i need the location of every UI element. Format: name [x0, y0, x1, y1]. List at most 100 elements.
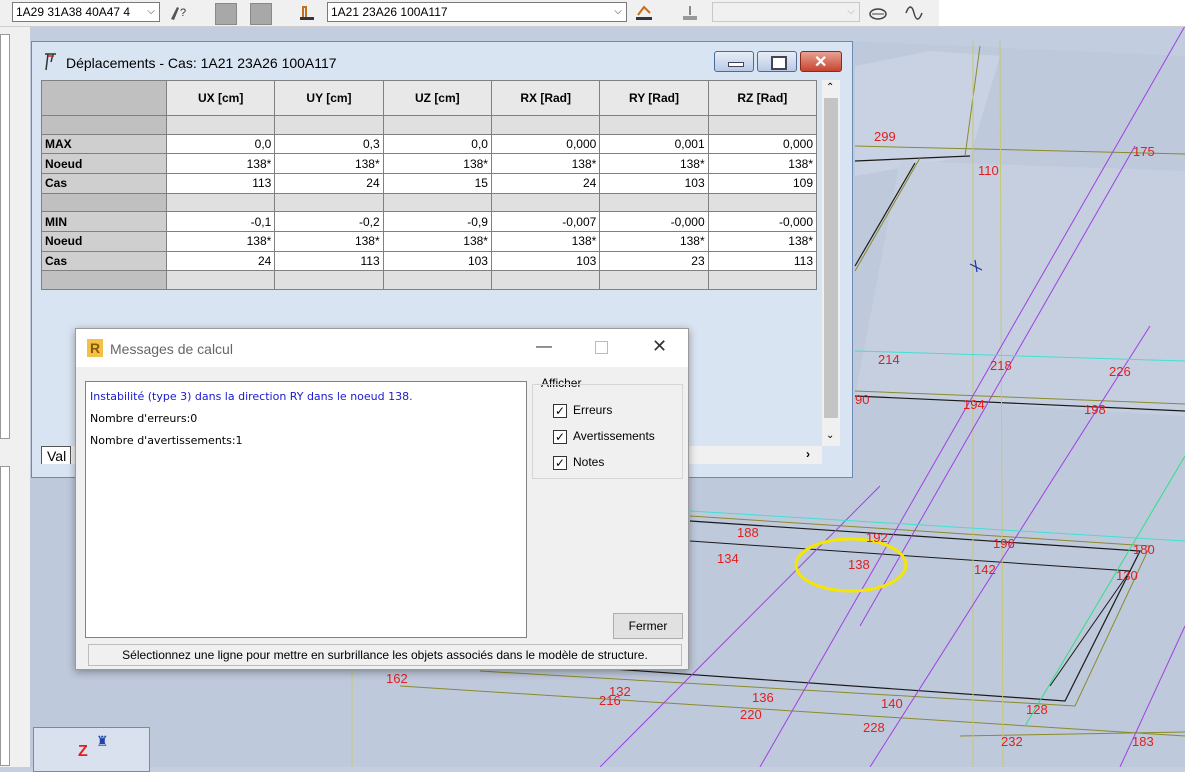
column-header[interactable]: UX [cm]	[165, 80, 276, 116]
node-label[interactable]: 110	[978, 163, 999, 178]
dialog-titlebar[interactable]: R Messages de calcul — ✕	[76, 329, 688, 367]
table-row[interactable]: Noeud 138* 138* 138* 138* 138* 138*	[41, 230, 818, 252]
node-label[interactable]: 220	[740, 707, 762, 722]
grid-cell[interactable]: 138*	[165, 153, 276, 174]
checkbox-label[interactable]: Erreurs	[573, 403, 612, 417]
wave-icon[interactable]	[904, 3, 924, 23]
grid-cell[interactable]	[165, 192, 276, 213]
chevron-down-icon[interactable]: ⌄	[826, 430, 834, 441]
grid-cell[interactable]	[274, 192, 384, 213]
row-header[interactable]: Cas	[41, 250, 167, 272]
column-header[interactable]: RY [Rad]	[599, 80, 709, 116]
node-label[interactable]: 175	[1133, 144, 1155, 159]
grid-cell[interactable]: 0,000	[707, 133, 818, 155]
node-label[interactable]: 162	[386, 671, 408, 686]
table-row[interactable]: Noeud 138* 138* 138* 138* 138* 138*	[41, 153, 818, 174]
grid-cell[interactable]: 0,0	[165, 133, 276, 155]
grid-cell[interactable]	[599, 270, 709, 290]
column-header[interactable]: RX [Rad]	[490, 80, 601, 116]
deformation-icon[interactable]	[680, 3, 700, 23]
table-row[interactable]	[41, 115, 818, 135]
grid-cell[interactable]	[707, 115, 818, 135]
minimize-icon[interactable]: —	[536, 338, 552, 356]
message-line[interactable]: Nombre d'avertissements:1	[90, 430, 522, 452]
grid-cell[interactable]: 103	[599, 172, 709, 194]
row-header[interactable]	[41, 192, 167, 213]
node-label[interactable]: 90	[855, 392, 869, 407]
node-label[interactable]: 232	[1001, 734, 1023, 749]
errors-checkbox[interactable]: ✓	[553, 404, 567, 418]
grid-cell[interactable]: 138*	[165, 230, 276, 252]
selection-combo[interactable]: 1A29 31A38 40A47 4 ⌵	[12, 2, 160, 22]
grid-cell[interactable]: 0,000	[490, 133, 601, 155]
notes-checkbox[interactable]: ✓	[553, 456, 567, 470]
table-row[interactable]: MAX 0,0 0,3 0,0 0,000 0,001 0,000	[41, 133, 818, 155]
grid-cell[interactable]: 138*	[490, 230, 601, 252]
node-label[interactable]: 214	[878, 352, 900, 367]
grid-cell[interactable]: -0,2	[274, 211, 384, 232]
grid-cell[interactable]: 113	[165, 172, 276, 194]
grid-cell[interactable]: -0,000	[707, 211, 818, 232]
message-line[interactable]: Instabilité (type 3) dans la direction R…	[90, 386, 522, 408]
load-case-combo[interactable]: 1A21 23A26 100A117 ⌵	[327, 2, 627, 22]
grid-cell[interactable]: 138*	[382, 153, 492, 174]
grid-cell[interactable]	[490, 192, 601, 213]
row-header[interactable]: Cas	[41, 172, 167, 194]
messages-dialog[interactable]: R Messages de calcul — ✕ Instabilité (ty…	[75, 328, 689, 670]
node-label[interactable]: 218	[990, 358, 1012, 373]
grid-cell[interactable]	[707, 192, 818, 213]
close-icon[interactable]: ✕	[652, 336, 667, 357]
row-header[interactable]: MIN	[41, 211, 167, 232]
grid-cell[interactable]	[490, 115, 601, 135]
node-label[interactable]: 228	[863, 720, 885, 735]
node-label[interactable]: 138	[848, 557, 870, 572]
grid-cell[interactable]: 24	[274, 172, 384, 194]
chevron-down-icon[interactable]: ⌵	[143, 3, 159, 21]
node-label[interactable]: 140	[881, 696, 903, 711]
grid-cell[interactable]	[599, 115, 709, 135]
results-icon[interactable]	[634, 3, 654, 23]
node-label[interactable]: 188	[737, 525, 759, 540]
grid-cell[interactable]	[165, 270, 276, 290]
node-label[interactable]: 216	[599, 693, 621, 708]
node-label[interactable]: 180	[1133, 542, 1155, 557]
results-grid[interactable]: UX [cm] UY [cm] UZ [cm] RX [Rad] RY [Rad…	[41, 80, 818, 290]
maximize-button[interactable]	[757, 51, 797, 72]
grid-cell[interactable]: 138*	[490, 153, 601, 174]
row-header[interactable]: Noeud	[41, 153, 167, 174]
node-label[interactable]: 130	[1116, 568, 1138, 583]
node-label[interactable]: 183	[1132, 734, 1154, 749]
chevron-up-icon[interactable]: ⌃	[826, 82, 834, 93]
grid-cell[interactable]: -0,9	[382, 211, 492, 232]
grid-cell[interactable]	[382, 270, 492, 290]
grid-cell[interactable]: 138*	[707, 230, 818, 252]
chevron-down-icon[interactable]: ⌵	[610, 3, 626, 21]
grid-cell[interactable]	[707, 270, 818, 290]
grid-cell[interactable]: -0,000	[599, 211, 709, 232]
grid-cell[interactable]: 0,001	[599, 133, 709, 155]
grid-cell[interactable]: 23	[599, 250, 709, 272]
fermer-button[interactable]: Fermer	[613, 613, 683, 639]
grid-cell[interactable]: 138*	[274, 230, 384, 252]
node-label[interactable]: 299	[874, 129, 896, 144]
grid-cell[interactable]: 103	[490, 250, 601, 272]
grid-cell[interactable]: 113	[707, 250, 818, 272]
table-row[interactable]: Cas 24 113 103 103 23 113	[41, 250, 818, 272]
grid-cell[interactable]: -0,007	[490, 211, 601, 232]
load-case-icon[interactable]	[297, 3, 317, 23]
row-header[interactable]	[41, 270, 167, 290]
row-header[interactable]	[41, 115, 167, 135]
grid-cell[interactable]: 103	[382, 250, 492, 272]
column-header[interactable]: UZ [cm]	[382, 80, 492, 116]
grid-cell[interactable]: 138*	[707, 153, 818, 174]
grid-cell[interactable]	[274, 270, 384, 290]
checkbox-label[interactable]: Avertissements	[573, 429, 655, 443]
grid-cell[interactable]: 138*	[599, 153, 709, 174]
grid-cell[interactable]: 15	[382, 172, 492, 194]
grid-cell[interactable]: 0,3	[274, 133, 384, 155]
table-row[interactable]	[41, 192, 818, 213]
grid-cell[interactable]	[382, 192, 492, 213]
node-label[interactable]: 226	[1109, 364, 1131, 379]
grid-cell[interactable]	[165, 115, 276, 135]
messages-list[interactable]: Instabilité (type 3) dans la direction R…	[85, 381, 527, 638]
